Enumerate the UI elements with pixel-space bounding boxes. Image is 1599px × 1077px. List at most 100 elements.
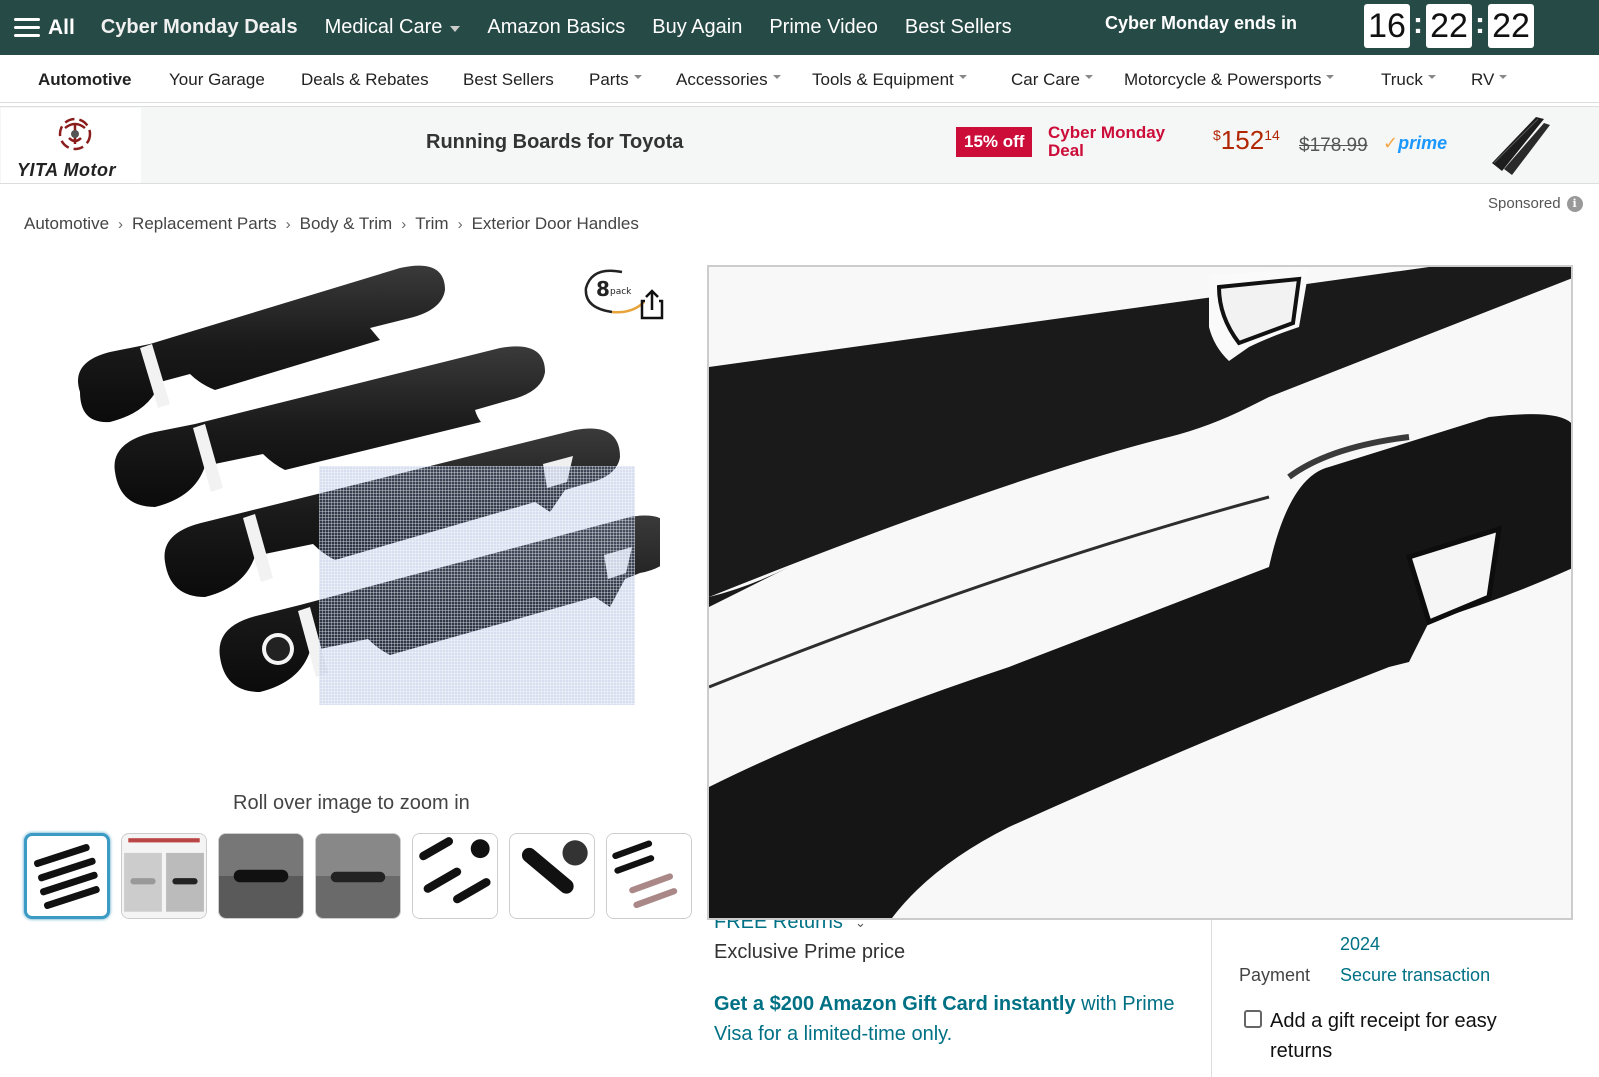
- breadcrumb-exterior-door-handles[interactable]: Exterior Door Handles: [472, 214, 639, 234]
- thumbnail-strip: [24, 833, 703, 919]
- subnav-truck-label: Truck: [1381, 70, 1423, 89]
- subnav-car-care-label: Car Care: [1011, 70, 1080, 89]
- thumbnail-7[interactable]: [606, 833, 692, 919]
- thumbnail-2[interactable]: [121, 833, 207, 919]
- subnav-car-care[interactable]: Car Care: [1011, 70, 1093, 90]
- chevron-down-icon: [958, 75, 967, 79]
- subnav-motorcycle-label: Motorcycle & Powersports: [1124, 70, 1322, 89]
- handle-detail-thumbnail-icon: [510, 834, 594, 918]
- breadcrumb-body-trim[interactable]: Body & Trim: [300, 214, 393, 234]
- nav-link-cyber-monday-deals[interactable]: Cyber Monday Deals: [101, 16, 298, 39]
- handles-thumbnail-icon: [33, 844, 100, 910]
- prime-badge: ✓prime: [1383, 133, 1447, 154]
- breadcrumb-separator-icon: ›: [285, 215, 291, 233]
- subnav-tools-equipment[interactable]: Tools & Equipment: [812, 70, 967, 90]
- gift-receipt-label[interactable]: Add a gift receipt for easy returns: [1270, 1006, 1540, 1066]
- exclusive-prime-price: Exclusive Prime price: [714, 941, 906, 963]
- giftcard-headline: Get a $200 Amazon Gift Card instantly: [714, 993, 1076, 1015]
- rollover-hint: Roll over image to zoom in: [233, 792, 470, 814]
- timer-separator: :: [1413, 7, 1423, 40]
- prime-check-icon: ✓: [1383, 133, 1399, 153]
- subnav-best-sellers[interactable]: Best Sellers: [463, 70, 554, 90]
- countdown-seconds: 22: [1488, 4, 1534, 48]
- countdown-label[interactable]: Cyber Monday ends in: [1105, 13, 1297, 34]
- deal-label: Cyber Monday Deal: [1048, 123, 1166, 160]
- subnav-accessories-label: Accessories: [676, 70, 768, 89]
- zoom-lens-overlay[interactable]: [319, 466, 635, 705]
- sponsored-label[interactable]: Sponsored i: [1488, 195, 1583, 212]
- prime-visa-offer[interactable]: Get a $200 Amazon Gift Card instantly wi…: [714, 989, 1184, 1049]
- gift-receipt-checkbox[interactable]: [1244, 1010, 1262, 1028]
- nav-link-prime-video[interactable]: Prime Video: [769, 16, 878, 39]
- pack-count-text: 8: [596, 277, 610, 301]
- automotive-subnav: Automotive Your Garage Deals & Rebates B…: [0, 55, 1599, 103]
- chevron-down-icon: [1499, 75, 1508, 79]
- nav-link-medical-care-label: Medical Care: [324, 16, 443, 38]
- brand-logo-text: YITA Motor: [17, 160, 116, 180]
- nav-link-best-sellers[interactable]: Best Sellers: [905, 16, 1012, 39]
- list-price: $178.99: [1299, 135, 1368, 156]
- breadcrumb-trim[interactable]: Trim: [415, 214, 448, 234]
- share-icon[interactable]: [638, 288, 666, 320]
- chevron-down-icon: [633, 75, 642, 79]
- car-door-thumbnail-icon: [316, 834, 400, 918]
- zoomed-product-image: [709, 267, 1571, 918]
- price-symbol: $: [1213, 127, 1221, 143]
- nav-link-medical-care[interactable]: Medical Care: [325, 16, 461, 39]
- subnav-parts[interactable]: Parts: [589, 70, 642, 90]
- thumbnail-1[interactable]: [24, 833, 110, 919]
- subnav-rv[interactable]: RV: [1471, 70, 1508, 90]
- breadcrumb-separator-icon: ›: [118, 215, 124, 233]
- thumbnail-3[interactable]: [218, 833, 304, 919]
- breadcrumb-replacement-parts[interactable]: Replacement Parts: [132, 214, 277, 234]
- thumbnail-6[interactable]: [509, 833, 595, 919]
- prime-label: prime: [1398, 133, 1448, 153]
- returns-date-link[interactable]: 2024: [1340, 934, 1380, 955]
- chevron-down-icon: [450, 25, 461, 32]
- subnav-accessories[interactable]: Accessories: [676, 70, 781, 90]
- info-icon[interactable]: i: [1566, 195, 1583, 212]
- breadcrumb-separator-icon: ›: [457, 215, 463, 233]
- banner-title[interactable]: Running Boards for Toyota: [426, 131, 683, 154]
- subnav-motorcycle-powersports[interactable]: Motorcycle & Powersports: [1124, 70, 1335, 90]
- all-menu-button[interactable]: All: [14, 0, 75, 55]
- countdown-hours: 16: [1364, 4, 1410, 48]
- chevron-down-icon: [1084, 75, 1093, 79]
- thumbnail-4[interactable]: [315, 833, 401, 919]
- breadcrumb-automotive[interactable]: Automotive: [24, 214, 109, 234]
- sponsored-text: Sponsored: [1488, 195, 1561, 212]
- subnav-truck[interactable]: Truck: [1381, 70, 1436, 90]
- before-after-thumbnail-icon: [122, 834, 206, 918]
- all-menu-label: All: [48, 15, 75, 39]
- chevron-down-icon: [772, 75, 781, 79]
- secure-transaction-link[interactable]: Secure transaction: [1340, 965, 1490, 986]
- chevron-down-icon: [1326, 75, 1335, 79]
- breadcrumb: Automotive › Replacement Parts › Body & …: [24, 214, 639, 234]
- price-fraction: 14: [1264, 127, 1280, 143]
- yita-logo-icon: [58, 117, 92, 151]
- subnav-automotive[interactable]: Automotive: [38, 70, 132, 90]
- subnav-parts-label: Parts: [589, 70, 629, 89]
- handles-comparison-thumbnail-icon: [607, 834, 691, 918]
- subnav-deals-rebates[interactable]: Deals & Rebates: [301, 70, 429, 90]
- countdown-timer[interactable]: 16 : 22 : 22: [1364, 4, 1534, 48]
- price-whole: 152: [1220, 125, 1265, 155]
- buybox-border: [1211, 900, 1212, 1077]
- chevron-down-icon: [1427, 75, 1436, 79]
- brand-logo[interactable]: YITA Motor: [1, 108, 141, 183]
- running-board-thumbnail[interactable]: [1484, 113, 1554, 177]
- countdown-minutes: 22: [1426, 4, 1472, 48]
- breadcrumb-separator-icon: ›: [401, 215, 407, 233]
- subnav-your-garage[interactable]: Your Garage: [169, 70, 265, 90]
- handle-parts-thumbnail-icon: [413, 834, 497, 918]
- car-door-thumbnail-icon: [219, 834, 303, 918]
- zoom-preview-pane: [707, 265, 1573, 920]
- payment-label: Payment: [1239, 965, 1311, 985]
- thumbnail-5[interactable]: [412, 833, 498, 919]
- nav-link-buy-again[interactable]: Buy Again: [652, 16, 742, 39]
- pack-word-text: pack: [610, 287, 632, 297]
- top-nav-bar: All Cyber Monday Deals Medical Care Amaz…: [0, 0, 1599, 55]
- nav-link-amazon-basics[interactable]: Amazon Basics: [487, 16, 625, 39]
- sponsored-banner[interactable]: YITA Motor Running Boards for Toyota 15%…: [0, 106, 1599, 184]
- subnav-tools-label: Tools & Equipment: [812, 70, 954, 89]
